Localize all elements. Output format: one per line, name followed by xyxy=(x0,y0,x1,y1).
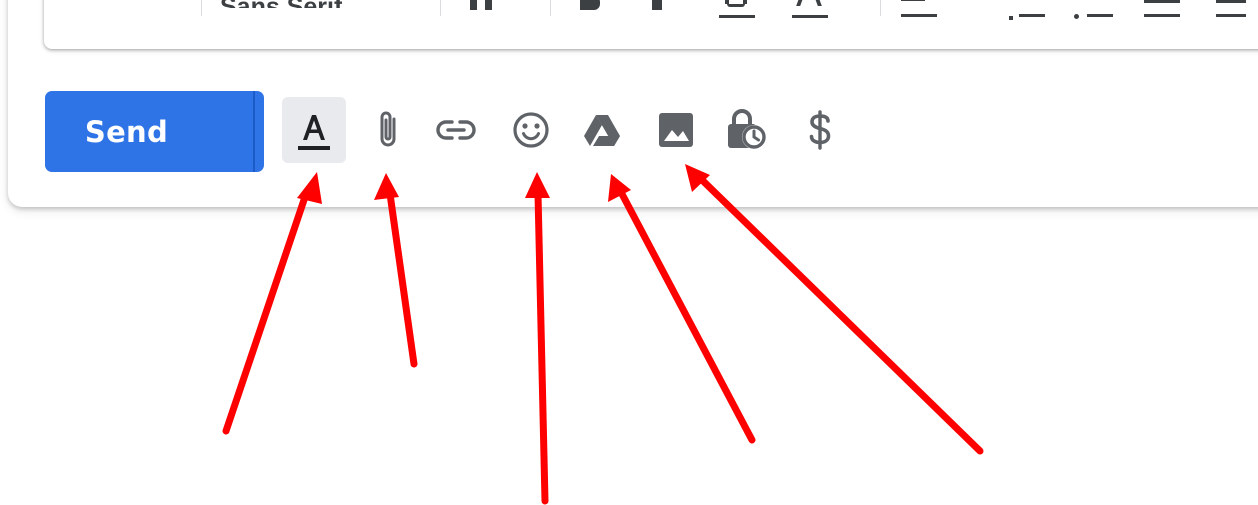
drive-icon xyxy=(584,115,620,146)
bulleted-list-icon[interactable] xyxy=(1074,0,1114,19)
toolbar-divider xyxy=(880,0,881,16)
indent-more-icon[interactable] xyxy=(1216,0,1246,17)
bold-icon[interactable] xyxy=(580,0,602,10)
lock-clock-icon xyxy=(728,109,766,149)
formatting-options-button[interactable] xyxy=(282,97,346,163)
align-icon[interactable] xyxy=(901,0,937,17)
dollar-icon xyxy=(809,110,831,150)
send-button[interactable]: Send xyxy=(45,91,208,172)
toolbar-divider xyxy=(201,0,202,16)
toolbar-divider xyxy=(550,0,551,16)
annotation-arrow-photo xyxy=(696,174,984,455)
paperclip-icon xyxy=(380,111,396,147)
insert-drive-file-button[interactable] xyxy=(570,97,634,163)
formatting-toolbar: Sans Serif xyxy=(44,0,1258,49)
font-size-icon[interactable] xyxy=(470,0,494,10)
image-icon xyxy=(659,113,693,147)
confidential-mode-button[interactable] xyxy=(714,97,778,163)
annotation-arrow-formatting xyxy=(222,190,310,435)
smiley-icon xyxy=(513,112,549,148)
annotation-arrow-drive xyxy=(618,190,756,444)
send-money-button[interactable] xyxy=(788,97,852,163)
underline-icon[interactable] xyxy=(719,0,755,18)
redo-icon[interactable] xyxy=(138,0,178,10)
undo-icon[interactable] xyxy=(64,0,104,10)
attach-files-button[interactable] xyxy=(356,97,420,163)
screenshot-stage: Sans Serif xyxy=(0,0,1258,505)
text-format-icon xyxy=(298,115,330,150)
annotation-arrow-emoji xyxy=(534,190,549,505)
toolbar-divider xyxy=(440,0,441,16)
numbered-list-icon[interactable] xyxy=(1009,0,1045,20)
send-button-group: Send xyxy=(45,91,264,172)
insert-link-button[interactable] xyxy=(424,97,488,163)
indent-less-icon[interactable] xyxy=(1144,0,1180,17)
more-send-options-button[interactable] xyxy=(255,91,264,172)
italic-icon[interactable] xyxy=(650,0,664,10)
text-color-icon[interactable] xyxy=(792,0,828,18)
insert-emoji-button[interactable] xyxy=(499,97,563,163)
annotation-arrow-attach xyxy=(386,190,418,368)
insert-photo-button[interactable] xyxy=(644,97,708,163)
link-icon xyxy=(436,120,476,140)
font-family-select[interactable]: Sans Serif xyxy=(220,0,342,8)
